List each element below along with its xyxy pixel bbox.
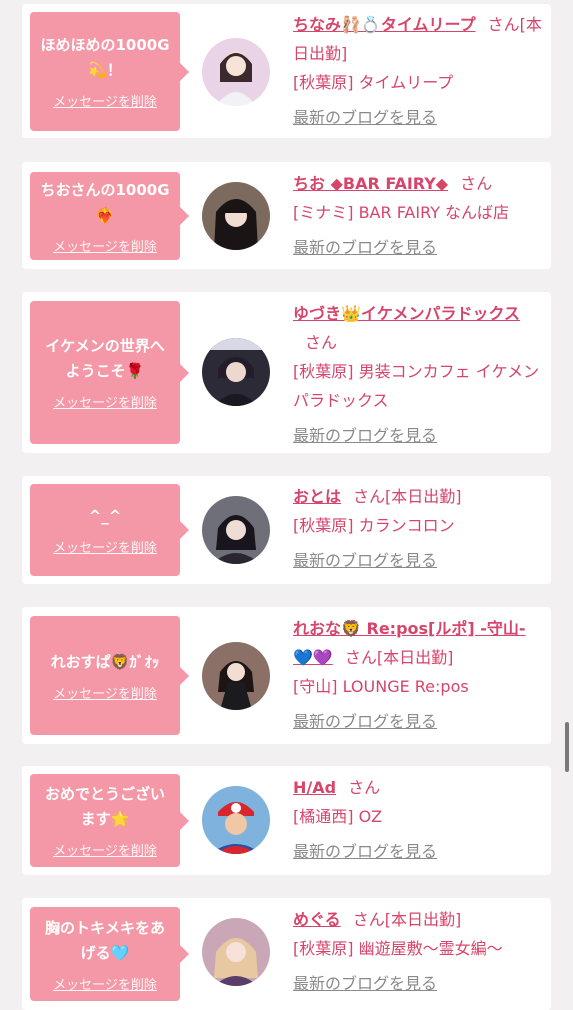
shop-name: [秋葉原] カランコロン [293, 516, 455, 535]
cast-info: めぐる さん[本日出勤] [秋葉原] 幽遊屋敷〜霊女編〜 最新のブログを見る [293, 905, 543, 998]
latest-blog-link[interactable]: 最新のブログを見る [293, 103, 543, 132]
delete-message-link[interactable]: メッセージを削除 [53, 537, 157, 556]
cast-name-link[interactable]: H/Ad [293, 778, 336, 797]
cast-info: おとは さん[本日出勤] [秋葉原] カランコロン 最新のブログを見る [293, 482, 543, 575]
delete-message-link[interactable]: メッセージを削除 [53, 392, 157, 411]
delete-message-link[interactable]: メッセージを削除 [53, 236, 157, 255]
message-bubble: おめでとうございます🌟 メッセージを削除 [30, 774, 189, 867]
delete-message-link[interactable]: メッセージを削除 [53, 840, 157, 859]
latest-blog-link[interactable]: 最新のブログを見る [293, 969, 543, 998]
avatar[interactable] [202, 642, 270, 710]
work-status: [本日出勤] [384, 910, 462, 929]
shop-name: [橘通西] OZ [293, 807, 383, 826]
cast-info: ちお ◆BAR FAIRY◆ さん [ミナミ] BAR FAIRY なんば店 最新… [293, 169, 543, 262]
honorific: さん [344, 648, 377, 667]
message-bubble: イケメンの世界へようこそ🌹 メッセージを削除 [30, 301, 189, 444]
cast-info: ゆづき👑イケメンパラドックスさん [秋葉原] 男装コンカフェ イケメンパラドック… [293, 299, 543, 450]
honorific: さん [352, 910, 385, 929]
avatar[interactable] [202, 786, 270, 854]
cast-name-link[interactable]: めぐる [293, 910, 341, 929]
avatar[interactable] [202, 918, 270, 986]
shop-name: [ミナミ] BAR FAIRY なんば店 [293, 203, 510, 222]
avatar[interactable] [202, 182, 270, 250]
cast-name-link[interactable]: おとは [293, 487, 341, 506]
message-bubble: れおすぱ🦁ｶﾞｵｯ メッセージを削除 [30, 616, 189, 735]
message-bubble: ほめほめの1000G💫！ メッセージを削除 [30, 12, 189, 131]
cast-info: H/Ad さん [橘通西] OZ 最新のブログを見る [293, 773, 543, 866]
latest-blog-link[interactable]: 最新のブログを見る [293, 546, 543, 575]
message-card: ^_^ メッセージを削除 おとは さん[本日出勤] [秋葉原] カランコロン 最新… [22, 476, 551, 584]
scrollbar[interactable] [565, 722, 569, 772]
latest-blog-link[interactable]: 最新のブログを見る [293, 421, 543, 450]
latest-blog-link[interactable]: 最新のブログを見る [293, 233, 543, 262]
cast-name-link[interactable]: ゆづき👑イケメンパラドックス [293, 304, 520, 323]
honorific: さん [487, 15, 520, 34]
message-text: 胸のトキメキをあげる🩵 [44, 918, 165, 962]
message-text: ちおさんの1000G❤️‍🔥 [40, 180, 170, 224]
message-card: イケメンの世界へようこそ🌹 メッセージを削除 ゆづき👑イケメンパラドックスさん … [22, 292, 551, 453]
message-card: 胸のトキメキをあげる🩵 メッセージを削除 めぐる さん[本日出勤] [秋葉原] 幽… [22, 898, 551, 1010]
honorific: さん [460, 174, 493, 193]
cast-name-link[interactable]: ちなみ🩰💍タイムリープ [293, 15, 476, 34]
message-card: れおすぱ🦁ｶﾞｵｯ メッセージを削除 れおな🦁 Re:pos[ルポ] -守山-💙… [22, 607, 551, 744]
message-bubble: ^_^ メッセージを削除 [30, 484, 189, 576]
message-card: おめでとうございます🌟 メッセージを削除 H/Ad さん [橘通西] OZ 最新の… [22, 766, 551, 875]
shop-name: [秋葉原] 男装コンカフェ イケメンパラドックス [293, 362, 540, 410]
message-card: ちおさんの1000G❤️‍🔥 メッセージを削除 ちお ◆BAR FAIRY◆ さん… [22, 162, 551, 269]
message-text: れおすぱ🦁ｶﾞｵｯ [50, 652, 160, 671]
avatar[interactable] [202, 338, 270, 406]
message-text: イケメンの世界へようこそ🌹 [45, 337, 165, 380]
honorific: さん [353, 487, 386, 506]
shop-name: [守山] LOUNGE Re:pos [293, 677, 469, 696]
honorific: さん [305, 333, 338, 352]
delete-message-link[interactable]: メッセージを削除 [53, 91, 157, 110]
latest-blog-link[interactable]: 最新のブログを見る [293, 837, 543, 866]
cast-name-link[interactable]: ちお ◆BAR FAIRY◆ [293, 174, 448, 193]
message-text: おめでとうございます🌟 [44, 785, 165, 828]
message-card: ほめほめの1000G💫！ メッセージを削除 ちなみ🩰💍タイムリープ さん[本日出勤… [22, 4, 551, 138]
message-bubble: 胸のトキメキをあげる🩵 メッセージを削除 [30, 907, 189, 1001]
work-status: [本日出勤] [376, 648, 454, 667]
message-bubble: ちおさんの1000G❤️‍🔥 メッセージを削除 [30, 172, 189, 260]
avatar[interactable] [202, 38, 270, 106]
honorific: さん [348, 778, 381, 797]
avatar[interactable] [202, 496, 270, 564]
latest-blog-link[interactable]: 最新のブログを見る [293, 707, 543, 736]
cast-info: れおな🦁 Re:pos[ルポ] -守山-💙💜 さん[本日出勤] [守山] LOUN… [293, 614, 543, 736]
shop-name: [秋葉原] 幽遊屋敷〜霊女編〜 [293, 939, 503, 958]
delete-message-link[interactable]: メッセージを削除 [53, 683, 157, 702]
message-text: ^_^ [88, 507, 122, 525]
work-status: [本日出勤] [385, 487, 462, 506]
shop-name: [秋葉原] タイムリープ [293, 73, 454, 92]
cast-info: ちなみ🩰💍タイムリープ さん[本日出勤] [秋葉原] タイムリープ 最新のブログを… [293, 10, 543, 132]
message-text: ほめほめの1000G💫！ [40, 36, 170, 79]
delete-message-link[interactable]: メッセージを削除 [53, 974, 157, 993]
